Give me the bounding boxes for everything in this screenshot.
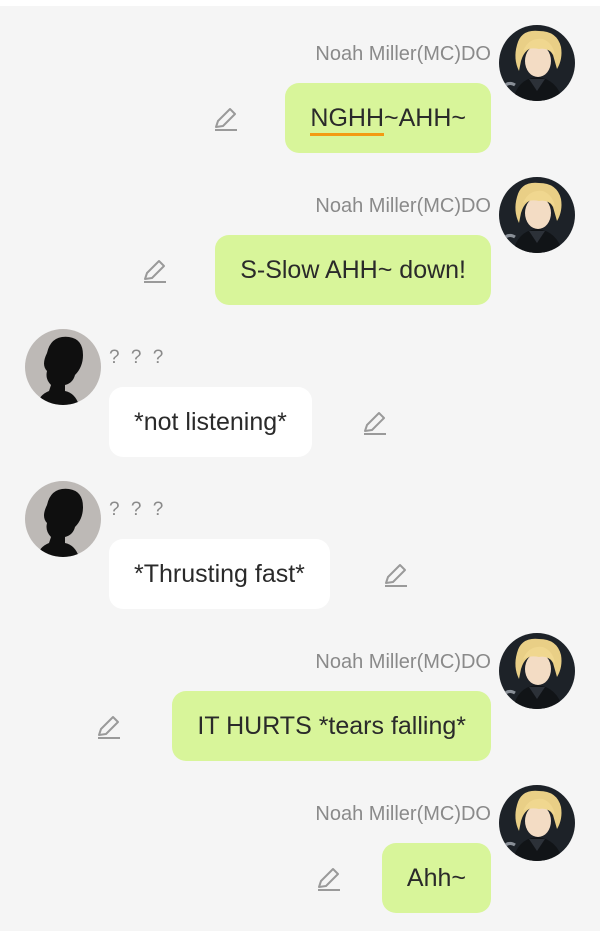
message-text: Ahh~ — [406, 864, 466, 892]
message-bubble[interactable]: *Thrusting fast* — [109, 539, 330, 609]
message-row: ? ? ? *Thrusting fast* — [0, 481, 600, 621]
blonde-character-avatar-icon — [499, 25, 575, 101]
message-row: Noah Miller(MC)DO NGHH~AHH~ — [0, 25, 600, 165]
message-text-underlined: NGHH — [310, 104, 385, 136]
pencil-icon — [144, 260, 166, 283]
message-bubble[interactable]: *not listening* — [109, 387, 312, 457]
message-row: Noah Miller(MC)DO S-Slow AHH~ down! — [0, 177, 600, 317]
pencil-icon — [318, 868, 340, 891]
sender-name: ? ? ? — [109, 499, 167, 520]
message-bubble[interactable]: NGHH~AHH~ — [285, 83, 491, 153]
sender-name: ? ? ? — [109, 347, 167, 368]
message-bubble[interactable]: IT HURTS *tears falling* — [172, 691, 491, 761]
pencil-icon — [385, 564, 407, 587]
sender-name: Noah Miller(MC)DO — [315, 651, 491, 673]
sender-name: Noah Miller(MC)DO — [315, 803, 491, 825]
pencil-icon — [98, 716, 120, 739]
edit-icon[interactable] — [315, 865, 343, 893]
top-divider — [0, 0, 600, 6]
edit-icon[interactable] — [95, 713, 123, 741]
avatar[interactable] — [499, 785, 575, 861]
avatar[interactable] — [499, 633, 575, 709]
message-bubble[interactable]: Ahh~ — [381, 843, 491, 913]
blonde-character-avatar-icon — [499, 785, 575, 861]
message-row: Noah Miller(MC)DO IT HURTS *tears fallin… — [0, 633, 600, 773]
sender-name: Noah Miller(MC)DO — [315, 43, 491, 65]
silhouette-avatar-icon — [25, 481, 101, 557]
pencil-icon — [215, 108, 237, 131]
avatar[interactable] — [25, 329, 101, 405]
edit-icon[interactable] — [382, 561, 410, 589]
message-text: *not listening* — [134, 408, 287, 436]
message-text: IT HURTS *tears falling* — [197, 712, 466, 740]
message-row: ? ? ? *not listening* — [0, 329, 600, 469]
pencil-icon — [364, 412, 386, 435]
blonde-character-avatar-icon — [499, 177, 575, 253]
sender-name: Noah Miller(MC)DO — [315, 195, 491, 217]
avatar[interactable] — [25, 481, 101, 557]
blonde-character-avatar-icon — [499, 633, 575, 709]
avatar[interactable] — [499, 25, 575, 101]
avatar[interactable] — [499, 177, 575, 253]
message-row: Noah Miller(MC)DO Ahh~ — [0, 785, 600, 925]
silhouette-avatar-icon — [25, 329, 101, 405]
message-text: S-Slow AHH~ down! — [240, 256, 466, 284]
edit-icon[interactable] — [212, 105, 240, 133]
message-text: *Thrusting fast* — [134, 560, 305, 588]
message-text: ~AHH~ — [384, 104, 466, 132]
message-bubble[interactable]: S-Slow AHH~ down! — [215, 235, 491, 305]
edit-icon[interactable] — [361, 409, 389, 437]
edit-icon[interactable] — [141, 257, 169, 285]
